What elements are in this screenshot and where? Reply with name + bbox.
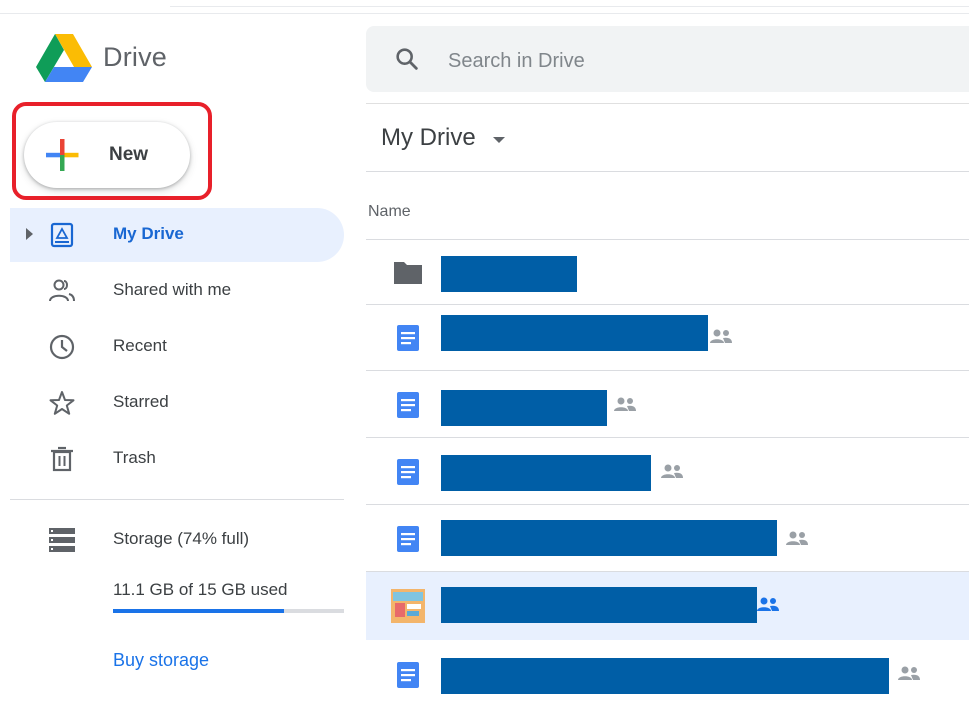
docs-icon [397,459,419,485]
file-row[interactable] [366,505,969,572]
shared-people-icon [49,279,75,302]
redacted-file-name [441,658,889,694]
file-row-selected[interactable] [366,572,969,640]
sidebar-divider [10,499,344,500]
sidebar-item-label: Trash [113,448,156,467]
header-divider [0,13,969,14]
redacted-file-name [441,520,777,556]
google-drive-logo[interactable] [36,34,92,84]
sidebar-item-label: Recent [113,336,167,355]
shared-icon [757,597,779,611]
docs-icon [397,392,419,418]
sidebar-item-recent[interactable]: Recent [10,320,344,374]
shared-icon [898,666,920,680]
file-row[interactable] [366,240,969,305]
docs-icon [397,325,419,351]
storage-label: Storage (74% full) [113,529,250,548]
sidebar-item-starred[interactable]: Starred [10,376,344,430]
trash-icon [51,446,73,472]
shared-icon [661,464,683,478]
file-row[interactable] [366,305,969,371]
sidebar-item-label: Shared with me [113,280,232,299]
shared-icon [786,531,808,545]
sidebar-item-label: Starred [113,392,169,411]
app-name: Drive [103,42,168,72]
shared-icon [710,329,732,343]
folder-icon [394,262,422,284]
storage-usage-text: 11.1 GB of 15 GB used [113,580,288,599]
docs-icon [397,662,419,688]
redacted-file-name [441,455,651,491]
docs-icon [397,526,419,552]
storage-progress-fill [113,609,284,613]
file-row[interactable] [366,438,969,505]
storage-icon [49,528,75,552]
redacted-file-name [441,315,708,351]
sidebar-item-label: My Drive [113,224,184,243]
clock-icon [49,334,75,360]
top-border [170,6,969,7]
storage-progress-bar [113,609,344,613]
image-thumbnail-icon [391,589,425,623]
title-divider [366,171,969,172]
sidebar-item-my-drive[interactable]: My Drive [10,208,344,262]
header-bottom-border [366,103,969,104]
plus-icon [46,139,79,171]
redacted-file-name [441,587,757,623]
file-row[interactable] [366,640,969,701]
expand-arrow-icon[interactable] [26,228,33,240]
star-icon [49,391,75,415]
redacted-file-name [441,390,607,426]
my-drive-icon [50,222,74,248]
new-button-label: New [109,144,149,165]
shared-icon [614,397,636,411]
page-title[interactable]: My Drive [381,124,476,152]
column-header-name[interactable]: Name [368,203,411,221]
caret-down-icon[interactable] [493,137,505,143]
search-icon[interactable] [393,45,421,73]
sidebar-item-trash[interactable]: Trash [10,432,344,486]
redacted-file-name [441,256,577,292]
buy-storage-link[interactable]: Buy storage [113,650,209,671]
file-row[interactable] [366,371,969,438]
sidebar-item-shared-with-me[interactable]: Shared with me [10,264,344,318]
search-input[interactable] [446,46,950,76]
